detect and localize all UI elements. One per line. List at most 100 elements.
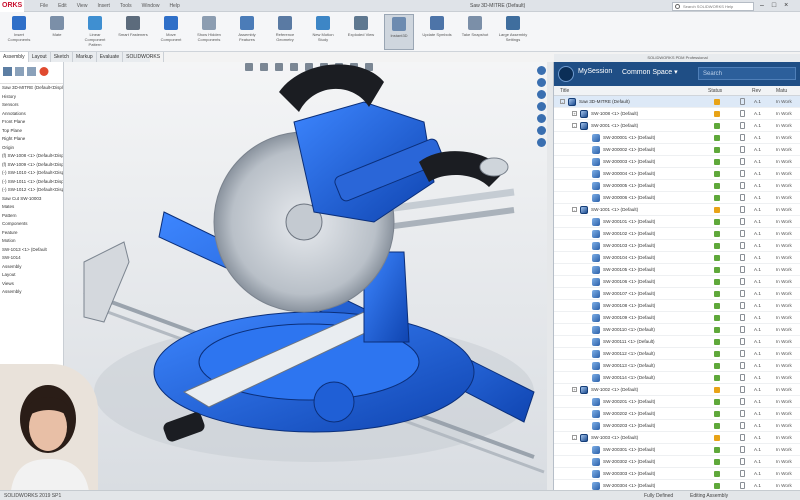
- tree-item[interactable]: Right Plane: [0, 135, 63, 144]
- pdm-row[interactable]: SW-200111 <1> (Default) A.1 In Work: [554, 336, 800, 348]
- pdm-row[interactable]: SW-200301 <1> (Default) A.1 In Work: [554, 444, 800, 456]
- pdm-row[interactable]: SW-200105 <1> (Default) A.1 In Work: [554, 264, 800, 276]
- pdm-row[interactable]: SW-200109 <1> (Default) A.1 In Work: [554, 312, 800, 324]
- tree-item[interactable]: Sensors: [0, 101, 63, 110]
- tree-item[interactable]: Assembly: [0, 288, 63, 297]
- pdm-row[interactable]: SW-200002 <1> (Default) A.1 In Work: [554, 144, 800, 156]
- pdm-row[interactable]: SW-200001 <1> (Default) A.1 In Work: [554, 132, 800, 144]
- solidworks-resources-icon[interactable]: [537, 66, 546, 75]
- column-rev[interactable]: Rev: [752, 86, 761, 96]
- ribbon-button-reference-geometry[interactable]: Reference Geometry: [270, 14, 300, 50]
- file-explorer-icon[interactable]: [537, 90, 546, 99]
- tree-item[interactable]: Front Plane: [0, 118, 63, 127]
- ribbon-button-take-snapshot[interactable]: Take Snapshot: [460, 14, 490, 50]
- tree-item[interactable]: (f) SW-1009 <1> (Default<Disp: [0, 161, 63, 170]
- column-title[interactable]: Title: [560, 86, 569, 96]
- appearance-tab-icon[interactable]: [39, 67, 49, 76]
- tree-item[interactable]: (-) SW-1011 <1> (Default<Disp: [0, 178, 63, 187]
- tab-sketch[interactable]: Sketch: [51, 52, 73, 62]
- tree-item[interactable]: Feature: [0, 229, 63, 238]
- tree-item[interactable]: SW-1014: [0, 254, 63, 263]
- tree-item[interactable]: (-) SW-1012 <1> (Default<Disp: [0, 186, 63, 195]
- column-maturity[interactable]: Matu: [776, 86, 787, 96]
- tree-item[interactable]: SW-1013 <1> (Default: [0, 246, 63, 255]
- pdm-search-input[interactable]: Search: [698, 67, 796, 80]
- design-library-icon[interactable]: [537, 78, 546, 87]
- tree-item[interactable]: Views: [0, 280, 63, 289]
- compass-icon[interactable]: [558, 66, 574, 82]
- view-palette-icon[interactable]: [537, 102, 546, 111]
- pdm-context-dropdown[interactable]: Common Space ▾: [622, 68, 678, 76]
- ribbon-button-show-hidden-components[interactable]: Show Hidden Components: [194, 14, 224, 50]
- configuration-manager-tab-icon[interactable]: [27, 67, 36, 76]
- close-button[interactable]: ×: [784, 0, 788, 12]
- menu-item-window[interactable]: Window: [142, 0, 160, 12]
- menu-item-help[interactable]: Help: [169, 0, 179, 12]
- tree-item[interactable]: Components: [0, 220, 63, 229]
- ribbon-button-smart-fasteners[interactable]: Smart Fasteners: [118, 14, 148, 50]
- miter-saw-model[interactable]: [64, 62, 550, 490]
- tree-item[interactable]: Assembly: [0, 263, 63, 272]
- pdm-row[interactable]: SW-200302 <1> (Default) A.1 In Work: [554, 456, 800, 468]
- ribbon-button-large-assembly-settings[interactable]: Large Assembly Settings: [498, 14, 528, 50]
- menu-item-file[interactable]: File: [40, 0, 48, 12]
- ribbon-button-assembly-features[interactable]: Assembly Features: [232, 14, 262, 50]
- pdm-row[interactable]: SW-200114 <1> (Default) A.1 In Work: [554, 372, 800, 384]
- pdm-row[interactable]: SW-200003 <1> (Default) A.1 In Work: [554, 156, 800, 168]
- maximize-button[interactable]: □: [772, 0, 776, 12]
- expand-toggle[interactable]: -: [560, 99, 565, 104]
- expand-toggle[interactable]: +: [572, 387, 577, 392]
- tab-markup[interactable]: Markup: [73, 52, 97, 62]
- ribbon-button-update-symbols[interactable]: Update Symbols: [422, 14, 452, 50]
- pdm-row[interactable]: - Saw 3D-MITRE (Default) A.1 In Work: [554, 96, 800, 108]
- tree-item[interactable]: (-) SW-1010 <1> (Default<Disp: [0, 169, 63, 178]
- tree-item[interactable]: Saw Cut SW-10003: [0, 195, 63, 204]
- menu-item-tools[interactable]: Tools: [120, 0, 132, 12]
- pdm-row[interactable]: SW-200101 <1> (Default) A.1 In Work: [554, 216, 800, 228]
- ribbon-button-linear-component-pattern[interactable]: Linear Component Pattern: [80, 14, 110, 50]
- pdm-row[interactable]: SW-200005 <1> (Default) A.1 In Work: [554, 180, 800, 192]
- custom-properties-icon[interactable]: [537, 126, 546, 135]
- column-status[interactable]: Status: [708, 86, 722, 96]
- tree-item[interactable]: Top Plane: [0, 127, 63, 136]
- pdm-row[interactable]: SW-200113 <1> (Default) A.1 In Work: [554, 360, 800, 372]
- tree-item[interactable]: Pattern: [0, 212, 63, 221]
- appearances-icon[interactable]: [537, 114, 546, 123]
- tree-item[interactable]: Saw 3D-MITRE (Default<Display: [0, 84, 63, 93]
- pdm-icon[interactable]: [537, 138, 546, 147]
- pdm-row[interactable]: SW-200201 <1> (Default) A.1 In Work: [554, 396, 800, 408]
- ribbon-button-new-motion-study[interactable]: New Motion Study: [308, 14, 338, 50]
- tab-evaluate[interactable]: Evaluate: [97, 52, 124, 62]
- menu-item-insert[interactable]: Insert: [97, 0, 110, 12]
- minimize-button[interactable]: –: [760, 0, 764, 12]
- pdm-row[interactable]: - SW-1003 <1> (Default) A.1 In Work: [554, 432, 800, 444]
- expand-toggle[interactable]: -: [572, 435, 577, 440]
- pdm-row[interactable]: SW-200104 <1> (Default) A.1 In Work: [554, 252, 800, 264]
- property-manager-tab-icon[interactable]: [15, 67, 24, 76]
- pdm-row[interactable]: SW-200202 <1> (Default) A.1 In Work: [554, 408, 800, 420]
- menu-item-view[interactable]: View: [77, 0, 88, 12]
- help-search-input[interactable]: Search SOLIDWORKS Help: [672, 2, 754, 11]
- tree-item[interactable]: (f) SW-1008 <1> (Default<Disp: [0, 152, 63, 161]
- pdm-row[interactable]: SW-200102 <1> (Default) A.1 In Work: [554, 228, 800, 240]
- pdm-row[interactable]: SW-200106 <1> (Default) A.1 In Work: [554, 276, 800, 288]
- ribbon-button-move-component[interactable]: Move Component: [156, 14, 186, 50]
- expand-toggle[interactable]: -: [572, 207, 577, 212]
- ribbon-button-instant3d[interactable]: Instant3D: [384, 14, 414, 50]
- pdm-row[interactable]: - SW-2001 <1> (Default) A.1 In Work: [554, 120, 800, 132]
- tab-solidworks-add-ins[interactable]: SOLIDWORKS Add-Ins: [123, 52, 165, 70]
- pdm-row[interactable]: SW-200006 <1> (Default) A.1 In Work: [554, 192, 800, 204]
- tree-item[interactable]: Mates: [0, 203, 63, 212]
- ribbon-button-exploded-view[interactable]: Exploded View: [346, 14, 376, 50]
- pdm-row[interactable]: - SW-1001 <1> (Default) A.1 In Work: [554, 204, 800, 216]
- pdm-row[interactable]: SW-200004 <1> (Default) A.1 In Work: [554, 168, 800, 180]
- tree-item[interactable]: Origin: [0, 144, 63, 153]
- pdm-row[interactable]: + SW-1002 <1> (Default) A.1 In Work: [554, 384, 800, 396]
- tab-layout[interactable]: Layout: [29, 52, 51, 62]
- pdm-row[interactable]: SW-200107 <1> (Default) A.1 In Work: [554, 288, 800, 300]
- tree-item[interactable]: Motion: [0, 237, 63, 246]
- expand-toggle[interactable]: +: [572, 111, 577, 116]
- pdm-row[interactable]: SW-200103 <1> (Default) A.1 In Work: [554, 240, 800, 252]
- menu-item-edit[interactable]: Edit: [58, 0, 67, 12]
- tree-item[interactable]: Layout: [0, 271, 63, 280]
